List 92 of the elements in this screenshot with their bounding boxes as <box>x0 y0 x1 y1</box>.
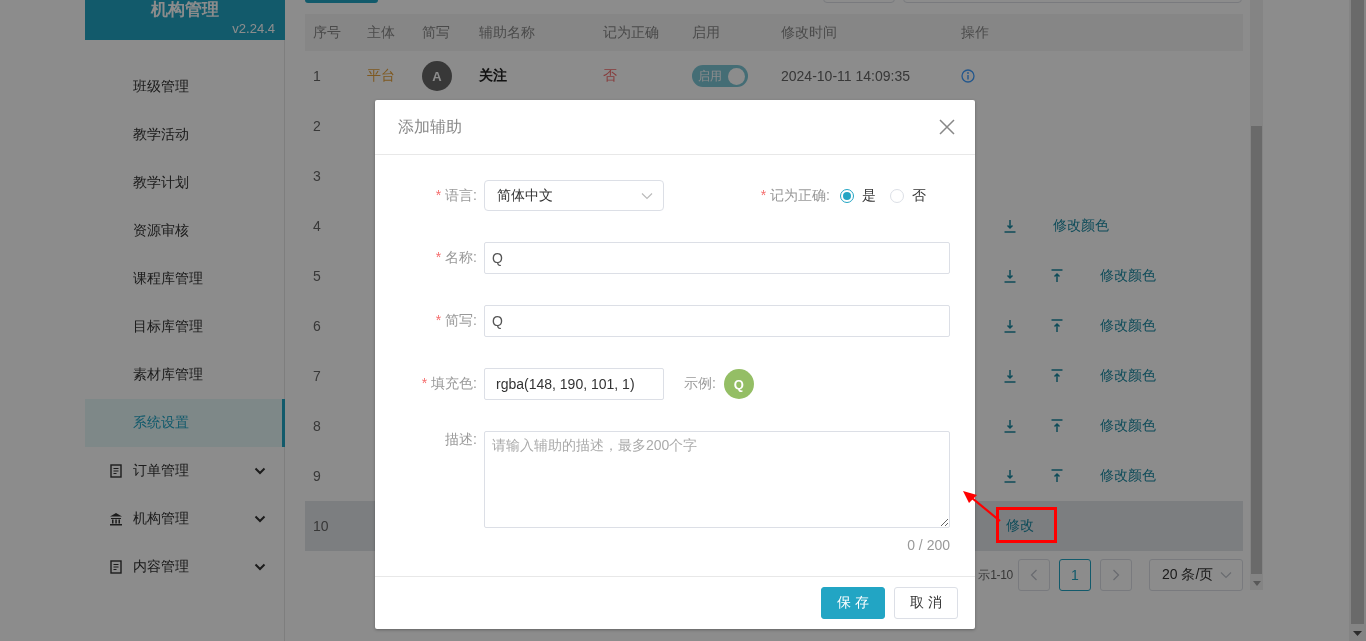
radio-option[interactable]: 是 <box>840 186 876 205</box>
page-size-select[interactable]: 20 条/页 <box>1149 559 1243 591</box>
scroll-down-icon <box>1253 581 1261 586</box>
upload-icon[interactable] <box>1050 419 1064 433</box>
action-link[interactable]: 修改颜色 <box>1053 217 1109 235</box>
table-cell: 5 <box>313 268 321 284</box>
sidebar-item[interactable]: 素材库管理 <box>85 351 284 399</box>
info-icon[interactable] <box>961 69 975 83</box>
column-header: 主体 <box>359 14 414 51</box>
sidebar-item[interactable]: 教学活动 <box>85 111 284 159</box>
table-cell: 3 <box>313 168 321 184</box>
sidebar-group[interactable]: 内容管理 <box>85 543 284 591</box>
save-button[interactable]: 保存 <box>821 587 885 619</box>
correct-status: 否 <box>603 67 617 83</box>
sample-avatar: Q <box>723 369 754 399</box>
chevron-down-icon <box>641 191 653 200</box>
field-label: * 语言: <box>434 186 478 205</box>
column-header: 简写 <box>414 14 471 51</box>
table-cell: 关注 <box>479 67 507 83</box>
upload-icon[interactable] <box>1050 469 1064 483</box>
chevron-icon <box>254 467 266 475</box>
dialog-title: 添加辅助 <box>398 116 462 137</box>
chevron-icon <box>254 563 266 571</box>
chevron-right-icon <box>1112 569 1120 581</box>
bank-icon <box>109 512 123 526</box>
table-cell: 6 <box>313 318 321 334</box>
download-icon[interactable] <box>1003 369 1017 383</box>
sidebar-item[interactable]: 班级管理 <box>85 63 284 111</box>
download-icon[interactable] <box>1003 219 1017 233</box>
version-label: v2.24.4 <box>232 21 275 36</box>
column-header: 序号 <box>305 14 359 51</box>
field-label: * 名称: <box>434 249 478 267</box>
close-icon[interactable] <box>939 119 955 135</box>
action-link[interactable]: 修改颜色 <box>1100 467 1156 485</box>
sidebar-item[interactable]: 教学计划 <box>85 159 284 207</box>
action-link[interactable]: 修改颜色 <box>1100 267 1156 285</box>
subject-label: 平台 <box>367 67 395 83</box>
download-icon[interactable] <box>1003 469 1017 483</box>
highlight-box <box>996 507 1057 543</box>
action-link[interactable]: 修改颜色 <box>1100 317 1156 335</box>
field-label: * 简写: <box>434 312 478 330</box>
column-header: 修改时间 <box>773 14 953 51</box>
document-icon <box>109 464 123 478</box>
sidebar-group[interactable]: 机构管理 <box>85 495 284 543</box>
annotation-arrow <box>962 490 1002 524</box>
table-cell: 4 <box>313 218 321 234</box>
download-icon[interactable] <box>1003 269 1017 283</box>
table-cell: 2 <box>313 118 321 134</box>
download-icon[interactable] <box>1003 319 1017 333</box>
upload-icon[interactable] <box>1050 269 1064 283</box>
app-title: 机构管理 <box>150 0 220 20</box>
sidebar-group-label: 机构管理 <box>133 510 190 528</box>
page-scrollbar[interactable] <box>1351 0 1364 624</box>
field-label: * 记为正确: <box>760 186 830 205</box>
table-cell: 2024-10-11 14:09:35 <box>781 68 910 84</box>
chevron-left-icon <box>1030 569 1038 581</box>
abbreviation-field[interactable]: Q <box>484 305 950 337</box>
fill-color-field[interactable]: rgba(148, 190, 101, 1) <box>484 368 664 400</box>
chevron-icon <box>254 515 266 523</box>
description-field[interactable]: 请输入辅助的描述，最多200个字 <box>484 431 950 528</box>
upload-icon[interactable] <box>1050 369 1064 383</box>
field-label: 描述: <box>444 431 478 449</box>
character-counter: 0 / 200 <box>907 537 950 553</box>
action-link[interactable]: 修改颜色 <box>1100 367 1156 385</box>
action-link[interactable]: 修改颜色 <box>1100 417 1156 435</box>
page-range: 示1-10 <box>978 566 1013 584</box>
name-field[interactable]: Q <box>484 242 950 274</box>
sidebar-group[interactable]: 订单管理 <box>85 447 284 495</box>
sidebar-group-label: 内容管理 <box>133 558 190 576</box>
scroll-down-icon <box>1353 631 1362 636</box>
field-label: * 填充色: <box>420 375 478 393</box>
abbreviation-avatar: A <box>422 61 452 91</box>
sidebar-item[interactable]: 资源审核 <box>85 207 284 255</box>
table-cell: 10 <box>313 518 329 534</box>
table-cell: 1 <box>313 68 321 84</box>
radio-option[interactable]: 否 <box>890 186 926 205</box>
column-header: 操作 <box>953 14 1243 51</box>
table-cell: 9 <box>313 468 321 484</box>
sidebar-item[interactable]: 目标库管理 <box>85 303 284 351</box>
scrollbar[interactable] <box>1250 0 1263 590</box>
language-select[interactable]: 简体中文 <box>484 180 664 211</box>
column-header: 启用 <box>684 14 773 51</box>
sample-label: 示例: <box>684 375 716 393</box>
table-cell: 8 <box>313 418 321 434</box>
chevron-down-icon <box>1220 571 1232 579</box>
sidebar-group-label: 订单管理 <box>133 462 190 480</box>
upload-icon[interactable] <box>1050 319 1064 333</box>
cancel-button[interactable]: 取消 <box>894 587 958 619</box>
sidebar-item[interactable]: 课程库管理 <box>85 255 284 303</box>
table-cell: 7 <box>313 368 321 384</box>
download-icon[interactable] <box>1003 419 1017 433</box>
document-icon <box>109 560 123 574</box>
